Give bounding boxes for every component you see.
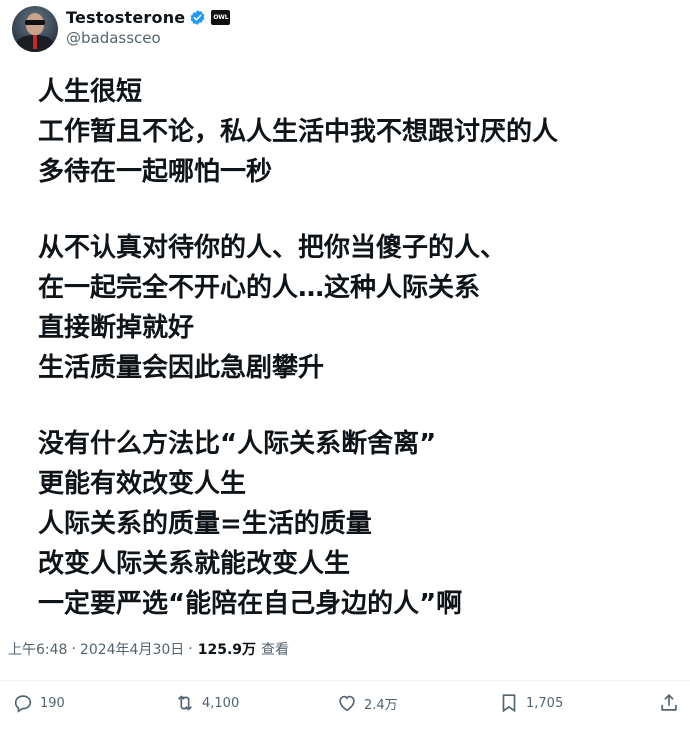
divider [0,680,690,681]
views-label: 查看 [261,642,290,658]
avatar[interactable] [12,6,58,52]
tweet-line: 更能有效改变人生 [38,469,247,499]
tweet-line: 直接断掉就好 [38,313,195,343]
tweet-line: 从不认真对待你的人、把你当傻子的人、 [38,233,507,263]
views-count[interactable]: 125.9万 [198,639,256,659]
tweet-date[interactable]: 2024年4月30日 [80,639,184,659]
tweet-line: 改变人际关系就能改变人生 [38,549,351,579]
bookmark-count: 1,705 [526,695,564,711]
tweet-paragraph-2: 从不认真对待你的人、把你当傻子的人、 在一起完全不开心的人…这种人际关系 直接断… [38,228,678,388]
bookmark-icon [502,694,516,713]
retweet-count: 4,100 [202,695,240,711]
reply-button[interactable]: 190 [12,692,65,714]
tweet-line: 没有什么方法比“人际关系断舍离” [38,429,437,459]
author-handle[interactable]: @badassceo [66,29,230,47]
tweet-line: 在一起完全不开心的人…这种人际关系 [38,273,481,303]
retweet-button[interactable]: 4,100 [174,692,239,714]
tweet-paragraph-1: 人生很短 工作暂且不论，私人生活中我不想跟讨厌的人 多待在一起哪怕一秒 [38,72,678,192]
tweet-header: Testosterone OWL @badassceo [12,6,231,54]
tweet-line: 生活质量会因此急剧攀升 [38,353,325,383]
share-button[interactable] [658,692,680,714]
tweet-line: 工作暂且不论，私人生活中我不想跟讨厌的人 [38,117,559,147]
tweet-line: 一定要严选“能陪在自己身边的人”啊 [38,589,463,619]
tweet-meta: 上午6:48 · 2024年4月30日 · 125.9万 查看 [8,639,289,659]
meta-separator: · [188,641,193,657]
tweet-time[interactable]: 上午6:48 [8,639,67,659]
affiliation-badge-icon: OWL [211,9,231,25]
like-count: 2.4万 [364,697,398,713]
tweet-line: 人际关系的质量=生活的质量 [38,509,372,539]
bookmark-button[interactable]: 1,705 [498,692,563,714]
meta-separator: · [71,641,76,657]
author-names: Testosterone OWL @badassceo [66,6,231,47]
author-display-name[interactable]: Testosterone [66,8,185,27]
tweet-line: 人生很短 [38,77,143,107]
reply-icon [14,695,32,713]
verified-badge-icon [190,9,205,25]
tweet-paragraph-3: 没有什么方法比“人际关系断舍离” 更能有效改变人生 人际关系的质量=生活的质量 … [38,424,678,624]
retweet-icon [177,695,193,711]
tweet-line: 多待在一起哪怕一秒 [38,157,273,187]
heart-icon [339,695,355,712]
share-icon [661,694,677,711]
action-bar: 190 4,100 2.4万 1,705 [0,692,690,728]
like-button[interactable]: 2.4万 [336,692,398,714]
reply-count: 190 [40,695,65,711]
tweet-text: 人生很短 工作暂且不论，私人生活中我不想跟讨厌的人 多待在一起哪怕一秒 从不认真… [38,72,678,624]
